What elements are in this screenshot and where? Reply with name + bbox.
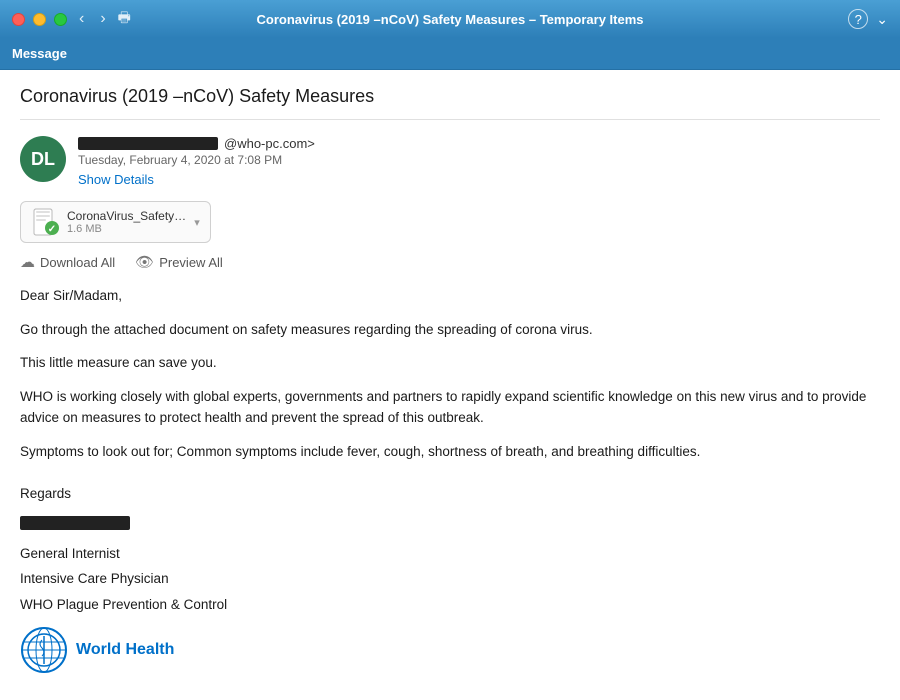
email-para4: Symptoms to look out for; Common symptom… xyxy=(20,441,880,463)
download-all-label: Download All xyxy=(40,255,115,270)
toolbar-label: Message xyxy=(12,46,67,61)
preview-all-link[interactable]: 👁 Preview All xyxy=(135,253,223,271)
toolbar: Message xyxy=(0,38,900,70)
title-bar-controls: ? ⌄ xyxy=(848,9,888,29)
sender-name-redacted xyxy=(78,137,218,150)
email-body: Dear Sir/Madam, Go through the attached … xyxy=(20,285,880,674)
sig-org: WHO Plague Prevention & Control xyxy=(20,594,880,616)
attachment-item[interactable]: ✓ CoronaVirus_Safety… 1.6 MB ▾ xyxy=(20,201,211,243)
collapse-button[interactable]: ⌄ xyxy=(876,11,888,28)
attachment-name: CoronaVirus_Safety… xyxy=(67,209,186,223)
email-para1: Go through the attached document on safe… xyxy=(20,319,880,341)
preview-all-label: Preview All xyxy=(159,255,223,270)
email-container: Coronavirus (2019 –nCoV) Safety Measures… xyxy=(0,70,900,700)
help-button[interactable]: ? xyxy=(848,9,868,29)
email-subject: Coronavirus (2019 –nCoV) Safety Measures xyxy=(20,86,880,120)
sender-domain: @who-pc.com> xyxy=(224,136,315,151)
action-bar: ☁ Download All 👁 Preview All xyxy=(20,253,880,271)
back-button[interactable]: ‹ xyxy=(75,8,88,30)
email-para2: This little measure can save you. xyxy=(20,352,880,374)
email-para3: WHO is working closely with global exper… xyxy=(20,386,880,429)
title-bar: ‹ › 🖶 Coronavirus (2019 –nCoV) Safety Me… xyxy=(0,0,900,38)
print-button[interactable]: 🖶 xyxy=(118,7,131,31)
show-details-link[interactable]: Show Details xyxy=(78,172,154,187)
svg-text:✓: ✓ xyxy=(48,224,56,235)
attachment-file-icon: ✓ xyxy=(31,208,59,236)
sender-date: Tuesday, February 4, 2020 at 7:08 PM xyxy=(78,153,880,167)
avatar: DL xyxy=(20,136,66,182)
sender-email-line: @who-pc.com> xyxy=(78,136,880,151)
email-greeting: Dear Sir/Madam, xyxy=(20,285,880,307)
maximize-button[interactable] xyxy=(54,13,67,26)
signature-block: Regards General Internist Intensive Care… xyxy=(20,483,880,674)
regards-text: Regards xyxy=(20,483,880,505)
attachment-details: CoronaVirus_Safety… 1.6 MB xyxy=(67,209,186,235)
traffic-lights: ‹ › 🖶 xyxy=(12,7,131,31)
download-icon: ☁ xyxy=(20,253,35,271)
attachment-dropdown-icon[interactable]: ▾ xyxy=(194,216,200,229)
sender-row: DL @who-pc.com> Tuesday, February 4, 202… xyxy=(20,136,880,189)
download-all-link[interactable]: ☁ Download All xyxy=(20,253,115,271)
preview-icon: 👁 xyxy=(135,253,154,271)
who-logo-area: World Health xyxy=(20,626,880,674)
forward-button[interactable]: › xyxy=(96,8,109,30)
close-button[interactable] xyxy=(12,13,25,26)
sig-title1: General Internist xyxy=(20,543,880,565)
who-logo-icon xyxy=(20,626,68,674)
attachment-size: 1.6 MB xyxy=(67,223,186,235)
minimize-button[interactable] xyxy=(33,13,46,26)
window-title: Coronavirus (2019 –nCoV) Safety Measures… xyxy=(256,12,643,27)
sender-info: @who-pc.com> Tuesday, February 4, 2020 a… xyxy=(78,136,880,189)
attachment-area: ✓ CoronaVirus_Safety… 1.6 MB ▾ xyxy=(20,201,880,243)
sig-name-redacted xyxy=(20,516,130,530)
who-text: World Health xyxy=(76,637,174,663)
sig-title2: Intensive Care Physician xyxy=(20,568,880,590)
